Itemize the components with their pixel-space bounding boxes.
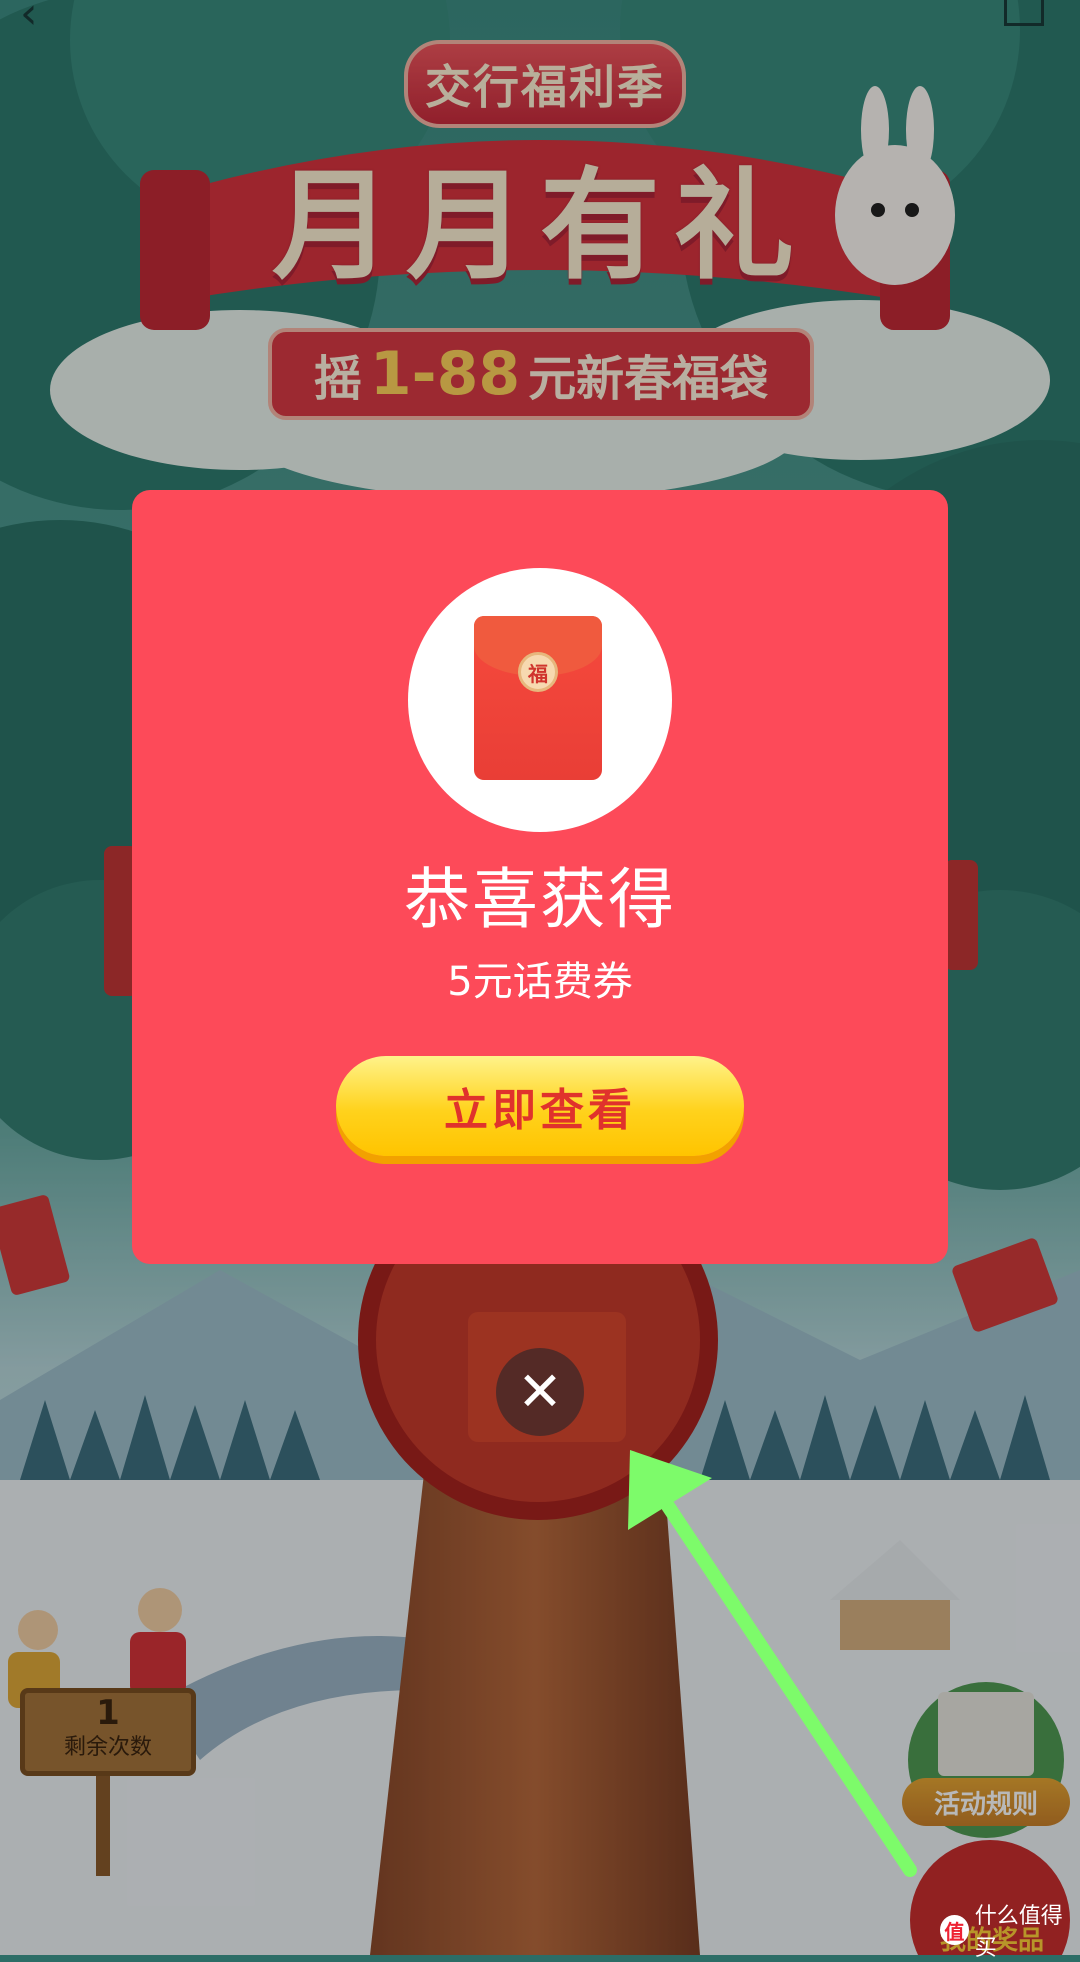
watermark-text: 什么值得买: [974, 1904, 1063, 1961]
watermark: 值 什么值得买: [940, 1904, 1080, 1961]
annotation-arrow: [628, 1450, 917, 1877]
watermark-logo: 值: [940, 1915, 969, 1945]
arrow-shaft: [661, 1499, 917, 1877]
